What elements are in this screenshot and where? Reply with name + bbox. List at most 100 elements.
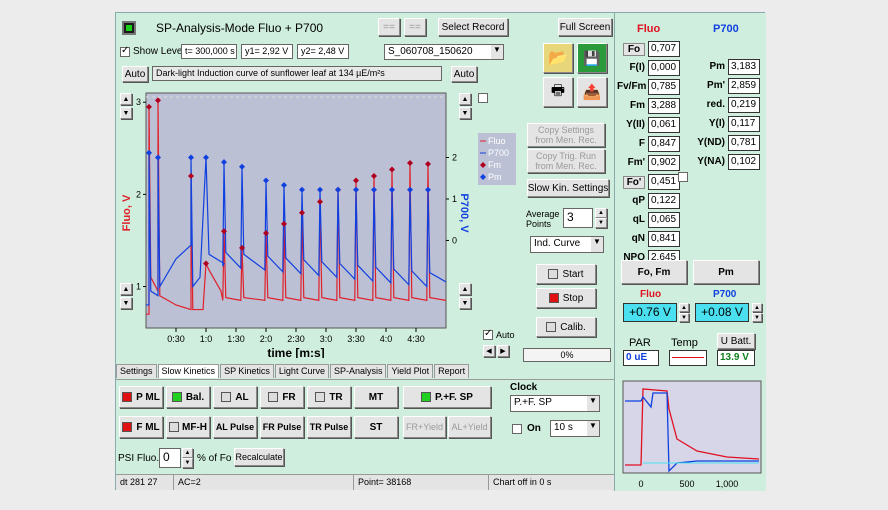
auto-left-button[interactable]: Auto: [122, 66, 148, 82]
par-label: PAR: [629, 337, 651, 349]
fluo_panel-param-label[interactable]: Fo: [623, 43, 645, 56]
select-record-button[interactable]: Select Record: [438, 18, 508, 36]
tr-pulse-button[interactable]: TR Pulse: [307, 416, 351, 438]
pm-button[interactable]: Pm: [693, 260, 759, 284]
tab-slow-kinetics[interactable]: Slow Kinetics: [157, 364, 220, 378]
legend-pm: Pm: [488, 172, 502, 182]
x-tick-label: 1:0: [200, 334, 213, 344]
curve-select-value: Ind. Curve: [534, 238, 581, 249]
slow-kin-settings-button[interactable]: Slow Kin. Settings: [527, 179, 609, 197]
save-icon[interactable]: 💾: [577, 43, 607, 73]
y2-down-arrow-icon-2[interactable]: ▼: [459, 297, 471, 309]
fo-fm-button[interactable]: Fo, Fm: [621, 260, 687, 284]
clock-mode-select[interactable]: P.+F. SP ▼: [510, 395, 600, 412]
show-level-toggle[interactable]: Show Level: [120, 45, 185, 57]
al-button[interactable]: AL: [213, 386, 257, 408]
average-points-input[interactable]: 3: [563, 208, 593, 228]
average-up-icon[interactable]: ▲: [595, 208, 607, 218]
stop-led-icon: [548, 293, 559, 303]
x-tick-label: 3:30: [347, 334, 365, 344]
copy-trig-button[interactable]: Copy Trig. Run from Men. Rec.: [527, 149, 605, 173]
tab-light-curve[interactable]: Light Curve: [274, 364, 329, 378]
fluo-level-label: Fluo: [640, 289, 662, 300]
fluo_panel-param-value: 0,122: [648, 193, 680, 209]
fluo-level-up-icon[interactable]: ▲: [679, 303, 689, 312]
temp-label: Temp: [671, 337, 698, 349]
psi-input[interactable]: 0: [159, 448, 181, 468]
fr-yield-button[interactable]: FR+Yield: [403, 416, 446, 438]
fluo-level-down-icon[interactable]: ▼: [679, 313, 689, 322]
mt-button[interactable]: MT: [354, 386, 398, 408]
bal-button[interactable]: Bal.: [166, 386, 210, 408]
tab-sp-analysis[interactable]: SP-Analysis: [329, 364, 387, 378]
full-screen-button[interactable]: Full Screen: [558, 18, 612, 36]
x-tick-label: 3:0: [320, 334, 333, 344]
tab-settings[interactable]: Settings: [116, 364, 157, 378]
stop-button[interactable]: Stop: [536, 288, 596, 308]
tr-button[interactable]: TR: [307, 386, 351, 408]
f-ml-led-icon: [122, 422, 133, 432]
auto-toggle[interactable]: Auto: [483, 328, 515, 340]
average-down-icon[interactable]: ▼: [595, 218, 607, 228]
recalculate-button[interactable]: Recalculate: [234, 448, 284, 466]
parameter-panel: Fluo P700 Fo 0,707 F(I) 0,000 Fv/Fm 0,785 Fm 3,…: [614, 13, 766, 491]
clock-on-checkbox[interactable]: [512, 423, 522, 434]
fluo_panel-param-label: qP: [632, 195, 645, 206]
y-right-tick-label: 2: [452, 153, 457, 163]
fluo_panel-param-value: 0,785: [648, 79, 680, 95]
fluo_panel-param-label: qL: [632, 214, 645, 225]
p700-level-up-icon[interactable]: ▲: [752, 303, 762, 312]
start-button[interactable]: Start: [536, 264, 596, 284]
legend-checkbox[interactable]: [478, 93, 488, 103]
show-level-checkbox[interactable]: [120, 45, 130, 57]
al-yield-button[interactable]: AL+Yield: [448, 416, 491, 438]
tab-report[interactable]: Report: [434, 364, 470, 378]
app-window: SP-Analysis-Mode Fluo + P700 == == Selec…: [115, 12, 766, 491]
copy-settings-button[interactable]: Copy Settings from Men. Rec.: [527, 123, 605, 147]
next-record-button[interactable]: ==: [404, 18, 426, 36]
p700-level-value: +0.08 V: [695, 303, 749, 322]
fo-prime-checkbox[interactable]: [678, 172, 688, 182]
fluo_panel-param-label[interactable]: Fo': [623, 176, 645, 189]
scroll-right-icon[interactable]: ▶: [497, 345, 509, 357]
prev-record-button[interactable]: ==: [378, 18, 400, 36]
legend-p700: P700: [488, 148, 509, 158]
fluo_panel-param-value: 0,061: [648, 117, 680, 133]
auto-right-button[interactable]: Auto: [451, 66, 477, 82]
tr-label: TR: [329, 391, 343, 403]
u-batt-button[interactable]: U Batt.: [717, 333, 755, 349]
pf-sp-led-icon: [421, 392, 432, 402]
fr-pulse-button[interactable]: FR Pulse: [260, 416, 304, 438]
p700-level-down-icon[interactable]: ▼: [752, 313, 762, 322]
print-icon[interactable]: 🖶: [543, 77, 573, 107]
p700_panel-param-label: Y(NA): [697, 156, 725, 167]
chart-legend: Fluo P700 Fm Pm: [478, 133, 516, 185]
record-select[interactable]: S_060708_150620 ▼: [384, 44, 504, 60]
curve-select[interactable]: Ind. Curve ▼: [530, 236, 604, 253]
tab-sp-kinetics[interactable]: SP Kinetics: [220, 364, 274, 378]
mini-chart: 0 500 1,000: [622, 380, 762, 489]
f-ml-button[interactable]: F ML: [119, 416, 163, 438]
pf-sp-button[interactable]: P.+F. SP: [403, 386, 491, 408]
auto-checkbox[interactable]: [483, 328, 493, 340]
y2-up-arrow-icon[interactable]: ▲: [459, 93, 471, 105]
y2-down-arrow-icon[interactable]: ▼: [459, 107, 471, 119]
tab-yield-plot[interactable]: Yield Plot: [387, 364, 434, 378]
clock-on-toggle[interactable]: On: [512, 423, 541, 434]
status-dt: dt 281 27: [116, 475, 174, 490]
st-button[interactable]: ST: [354, 416, 398, 438]
psi-down-icon[interactable]: ▼: [182, 458, 193, 468]
scroll-left-icon[interactable]: ◀: [483, 345, 495, 357]
p-ml-button[interactable]: P ML: [119, 386, 163, 408]
fr-button[interactable]: FR: [260, 386, 304, 408]
calib-button[interactable]: Calib.: [536, 317, 596, 337]
psi-up-icon[interactable]: ▲: [182, 448, 193, 458]
export-icon[interactable]: 📤: [577, 77, 607, 107]
al-pulse-button[interactable]: AL Pulse: [213, 416, 257, 438]
plot-caption: Dark-light Induction curve of sunflower …: [152, 66, 442, 81]
interval-select[interactable]: 10 s ▼: [550, 420, 600, 437]
mf-h-button[interactable]: MF-H: [166, 416, 210, 438]
y2-up-arrow-icon-2[interactable]: ▲: [459, 283, 471, 295]
p700_panel-param-value: 3,183: [728, 59, 760, 75]
open-folder-icon[interactable]: 📂: [543, 43, 573, 73]
